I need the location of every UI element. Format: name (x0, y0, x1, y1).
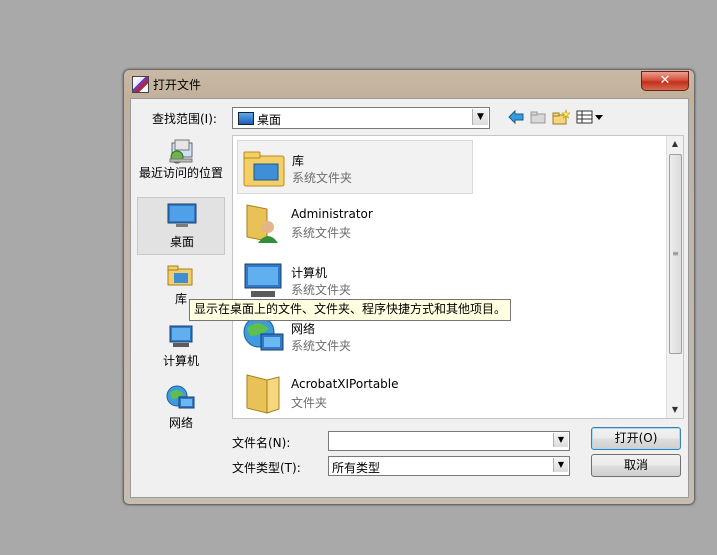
file-name: 网络 (291, 322, 316, 336)
new-folder-button[interactable] (551, 108, 571, 126)
file-name: 计算机 (291, 266, 328, 280)
place-label: 最近访问的位置 (138, 166, 223, 180)
look-in-value: 桌面 (257, 113, 282, 127)
open-button[interactable]: 打开(O) (591, 427, 681, 450)
list-item[interactable]: Administrator 系统文件夹 (237, 196, 473, 250)
file-type: 文件夹 (291, 396, 328, 410)
window-title: 打开文件 (153, 78, 202, 92)
open-file-dialog: 打开文件 ✕ 查找范围(I): 桌面 ▼ 最近访问的位置 桌面 库 计算机 网络… (123, 69, 695, 505)
place-computer[interactable]: 计算机 (137, 321, 225, 379)
file-type: 系统文件夹 (291, 339, 352, 353)
view-menu-button[interactable] (575, 108, 605, 126)
look-in-combobox[interactable]: 桌面 ▼ (232, 107, 490, 129)
computer-icon (244, 263, 282, 297)
view-menu-icon (576, 110, 603, 124)
user-folder-icon (246, 204, 278, 243)
place-recent[interactable]: 最近访问的位置 (137, 135, 225, 193)
folder-icon (246, 374, 280, 414)
dialog-body: 查找范围(I): 桌面 ▼ 最近访问的位置 桌面 库 计算机 网络 库 系统文件… (130, 98, 689, 498)
file-name: AcrobatXIPortable (291, 377, 399, 391)
filetype-value: 所有类型 (332, 461, 381, 475)
file-list[interactable]: 库 系统文件夹 Administrator 系统文件夹 计算机 系统文件夹 网络… (232, 135, 684, 419)
place-desktop[interactable]: 桌面 (137, 197, 225, 255)
places-bar: 最近访问的位置 桌面 库 计算机 网络 (137, 135, 225, 430)
file-name: Administrator (291, 207, 373, 221)
place-label: 计算机 (162, 354, 199, 368)
file-type: 系统文件夹 (291, 226, 352, 240)
close-button[interactable]: ✕ (641, 71, 689, 91)
up-folder-icon (530, 111, 546, 124)
filetype-select[interactable]: 所有类型 ▼ (328, 456, 570, 476)
vertical-scrollbar[interactable]: ▲ ≡ ▼ (666, 136, 683, 418)
new-folder-icon (552, 109, 571, 125)
list-item[interactable]: AcrobatXIPortable 文件夹 (237, 366, 473, 418)
look-in-label: 查找范围(I): (152, 112, 217, 126)
scroll-down-icon[interactable]: ▼ (667, 402, 683, 418)
place-label: 网络 (168, 416, 193, 430)
file-type: 系统文件夹 (291, 283, 352, 297)
chevron-down-icon[interactable]: ▼ (553, 433, 568, 447)
computer-icon (169, 325, 193, 347)
cancel-button[interactable]: 取消 (591, 454, 681, 477)
network-icon (166, 385, 195, 409)
library-folder-icon (243, 151, 285, 187)
back-arrow-icon (508, 109, 524, 125)
up-folder-button[interactable] (529, 108, 547, 126)
filename-label: 文件名(N): (232, 436, 291, 450)
chevron-down-icon[interactable]: ▼ (553, 458, 568, 472)
tooltip: 显示在桌面上的文件、文件夹、程序快捷方式和其他项目。 (189, 299, 512, 321)
file-type: 系统文件夹 (292, 171, 353, 185)
close-icon: ✕ (659, 73, 671, 88)
recent-places-icon (169, 139, 193, 164)
desktop-icon (167, 203, 197, 227)
title-bar[interactable]: 打开文件 ✕ (124, 70, 694, 96)
scroll-up-icon[interactable]: ▲ (667, 136, 683, 152)
list-item[interactable]: 库 系统文件夹 (237, 140, 473, 194)
app-icon (132, 76, 149, 93)
file-name: 库 (292, 154, 305, 168)
libraries-icon (167, 265, 193, 286)
back-button[interactable] (507, 108, 525, 126)
filetype-label: 文件类型(T): (232, 461, 301, 475)
scrollbar-thumb[interactable]: ≡ (669, 154, 682, 354)
place-network[interactable]: 网络 (137, 383, 225, 441)
desktop-icon (238, 112, 254, 125)
filename-combobox[interactable]: ▼ (328, 431, 570, 451)
chevron-down-icon[interactable]: ▼ (472, 109, 488, 125)
place-label: 桌面 (169, 235, 194, 249)
